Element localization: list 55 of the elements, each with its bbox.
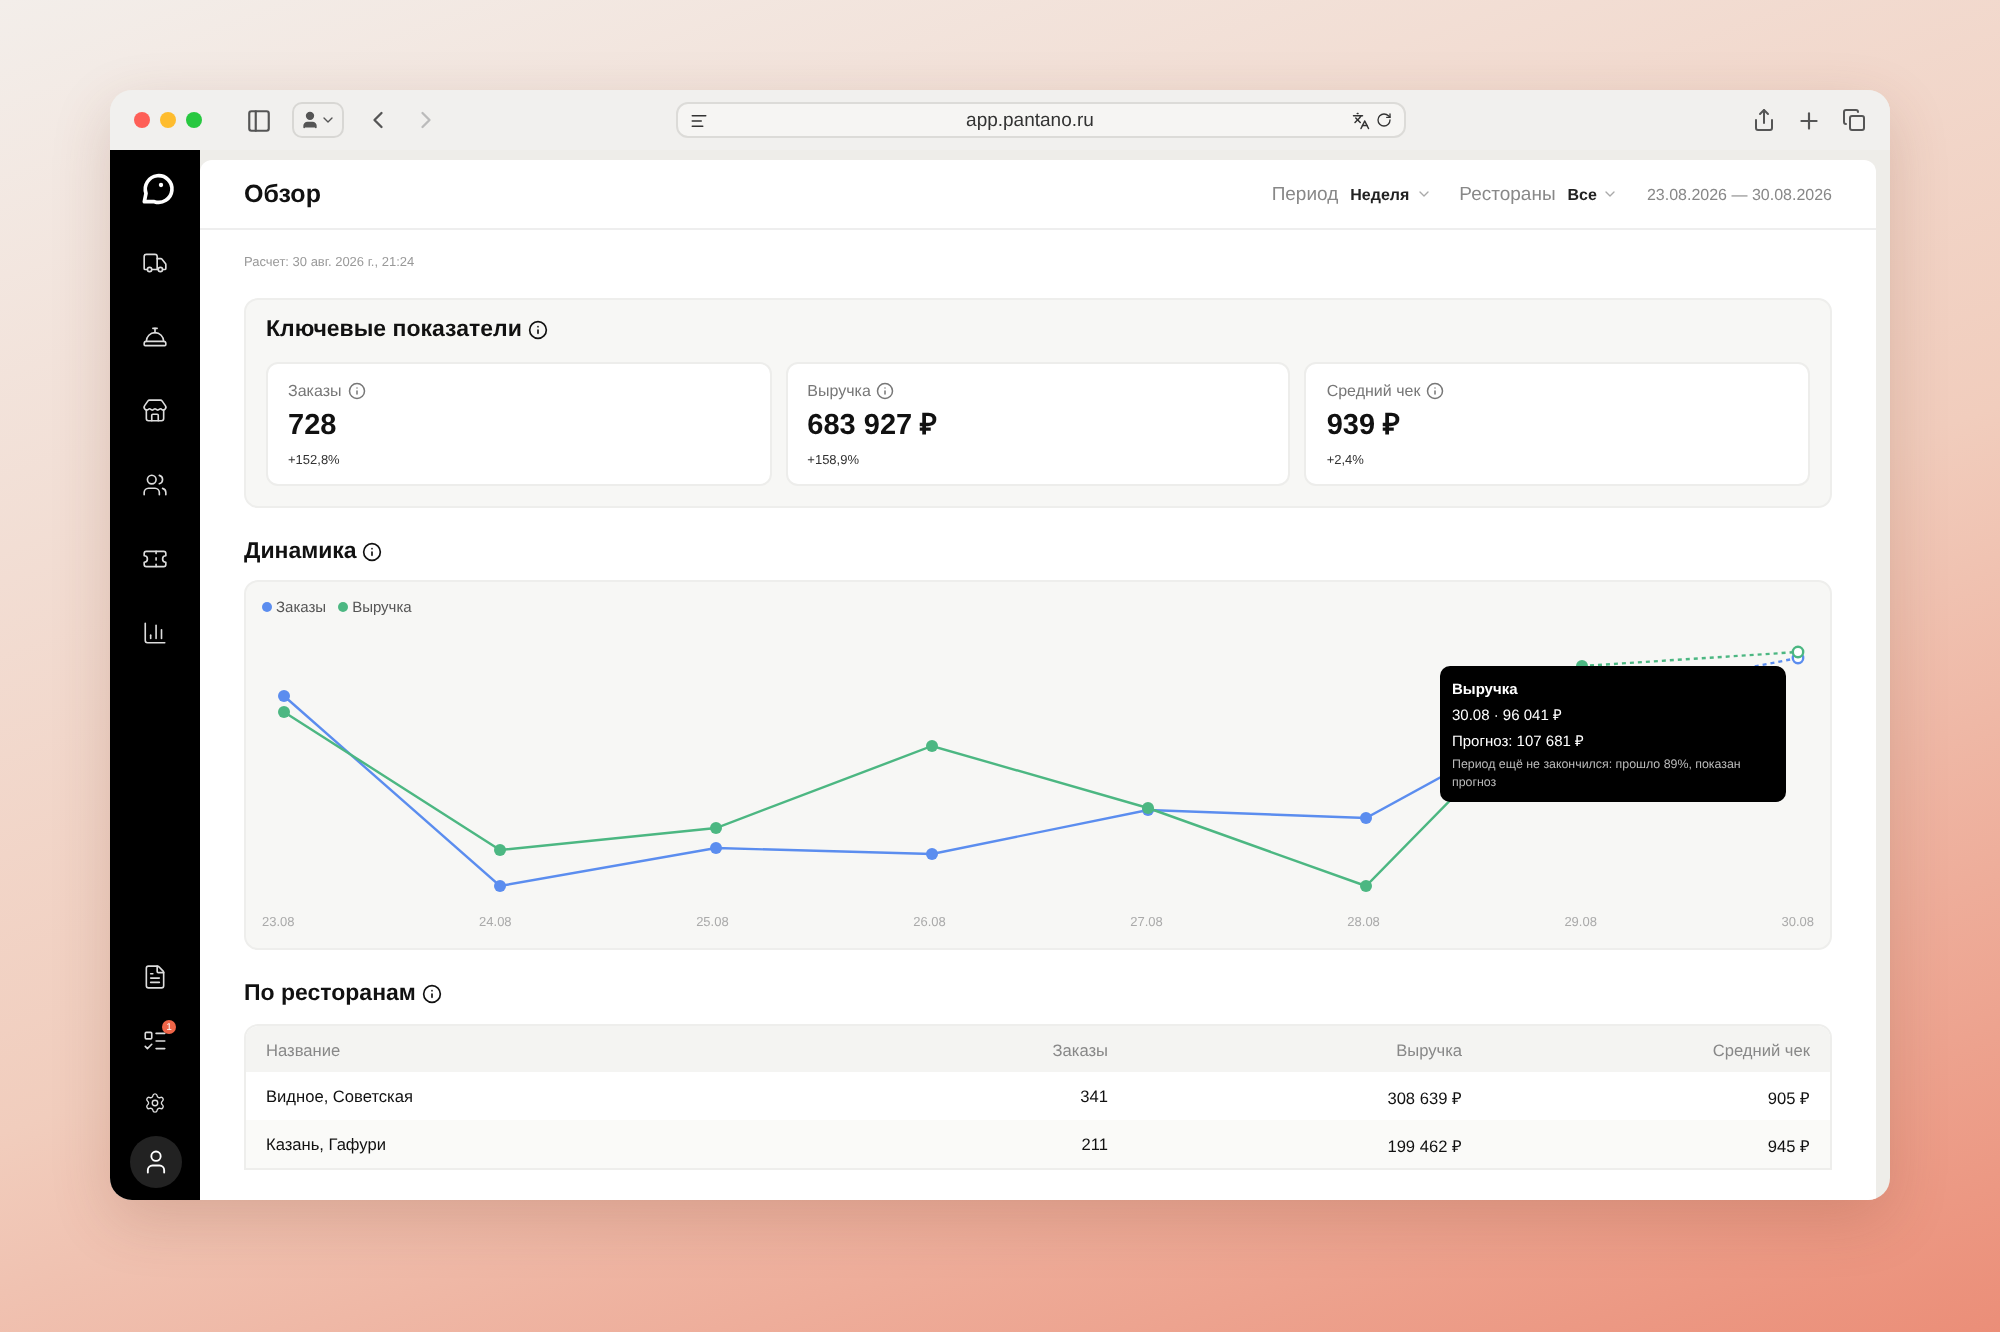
settings-icon[interactable]: [144, 1092, 166, 1114]
column-header: Выручка: [1394, 1039, 1462, 1059]
filter-label: Рестораны: [1459, 183, 1556, 205]
address-bar[interactable]: app.pantano.ru: [676, 102, 1406, 138]
table-cell-text: 308 639 ₽: [1385, 1085, 1462, 1107]
user-icon: [300, 110, 320, 130]
info-icon[interactable]: [421, 984, 442, 1004]
document-icon[interactable]: [142, 964, 168, 990]
metric-value: 728: [288, 408, 339, 444]
profile-button[interactable]: [292, 102, 344, 138]
metric-value: 683 927 ₽: [807, 408, 939, 444]
bar-chart-icon[interactable]: [142, 620, 168, 646]
metric-label: Выручка: [807, 382, 871, 400]
page-title: Обзор: [244, 180, 323, 208]
reload-icon[interactable]: [1376, 112, 1392, 128]
filter-dropdown[interactable]: Все: [1567, 185, 1619, 203]
section-title: Динамика: [244, 540, 357, 564]
section-title: Ключевые показатели: [266, 318, 522, 342]
chevron-down-icon: [1415, 186, 1432, 202]
share-icon[interactable]: [1752, 108, 1776, 132]
table-cell-text: Видное, Советская: [266, 1086, 415, 1106]
tabs-icon[interactable]: [1842, 108, 1866, 132]
filter-label: Период: [1271, 183, 1339, 205]
table-cell-text: 341: [1078, 1086, 1108, 1106]
table-row[interactable]: Казань, Гафури 211 199 462 ₽ 945 ₽: [246, 1120, 1830, 1168]
date-range[interactable]: 23.08.2026 — 30.08.2026: [1646, 185, 1832, 203]
store-icon[interactable]: [142, 398, 168, 424]
column-header: Средний чек: [1710, 1039, 1810, 1059]
page-menu-icon[interactable]: [690, 111, 708, 129]
info-icon[interactable]: [362, 542, 383, 562]
truck-icon[interactable]: [142, 250, 168, 276]
column-header: Название: [266, 1039, 343, 1059]
metric-label: Заказы: [288, 382, 342, 400]
metric-label: Средний чек: [1326, 382, 1421, 400]
column-header: Заказы: [1050, 1039, 1108, 1059]
list-icon[interactable]: [142, 1028, 168, 1054]
translate-icon[interactable]: [1352, 111, 1370, 129]
table-cell-text: 945 ₽: [1765, 1133, 1810, 1155]
bell-icon[interactable]: [142, 324, 168, 350]
plus-icon[interactable]: [1796, 107, 1822, 133]
table-cell-text: 905 ₽: [1765, 1085, 1810, 1107]
profile-avatar[interactable]: [129, 1136, 181, 1188]
sidebar-icon[interactable]: [246, 107, 272, 133]
ticket-icon[interactable]: [142, 546, 168, 572]
table-cell-text: 199 462 ₽: [1385, 1133, 1462, 1155]
chevron-down-icon: [1602, 186, 1619, 202]
close-button[interactable]: [134, 112, 150, 128]
section-title: По ресторанам: [244, 982, 416, 1006]
table-cell-text: 211: [1079, 1134, 1108, 1154]
metric-value: 939 ₽: [1326, 408, 1402, 444]
info-icon[interactable]: [527, 320, 548, 340]
filter-dropdown[interactable]: Неделя: [1350, 185, 1432, 203]
table-cell-text: Казань, Гафури: [266, 1134, 388, 1154]
chevron-down-icon: [320, 112, 336, 128]
users-icon[interactable]: [142, 472, 168, 498]
